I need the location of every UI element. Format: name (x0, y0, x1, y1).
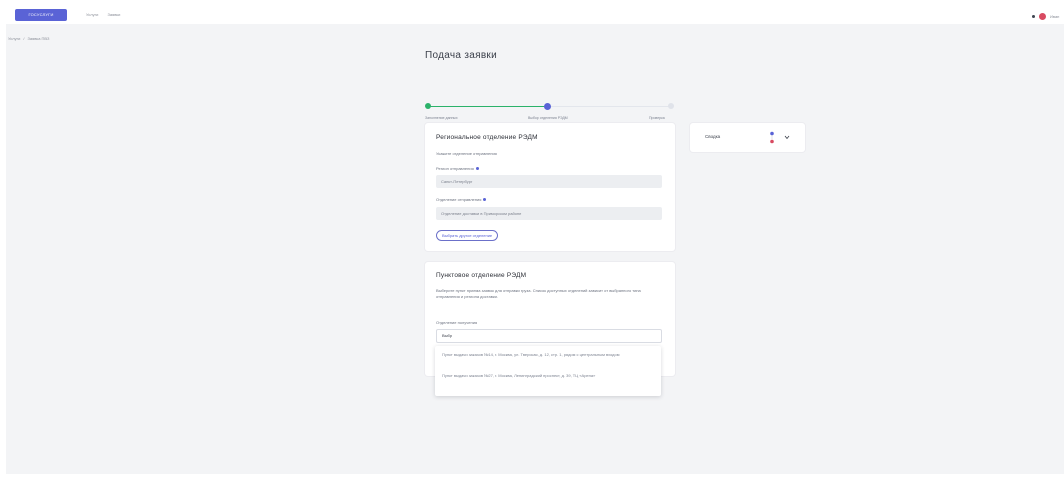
breadcrumb-item-services[interactable]: Услуги (8, 36, 20, 41)
step-1-label: Заполнение данных (425, 116, 458, 120)
dropdown-option[interactable]: Пункт выдачи заказов №27, г. Москва, Лен… (442, 373, 652, 379)
breadcrumb-separator: / (23, 36, 25, 41)
step-3-dot (668, 103, 674, 109)
step-2-dot (544, 103, 551, 110)
change-office-button[interactable]: Выбрать другое отделение (436, 230, 499, 241)
route-icon (770, 131, 774, 144)
destination-dropdown: Пункт выдачи заказов №14, г. Москва, ул.… (435, 346, 661, 396)
stepper-line-done (428, 106, 546, 107)
required-marker-icon (475, 167, 479, 171)
user-menu[interactable]: Иван (1032, 11, 1064, 21)
step-3-label: Проверка (649, 116, 665, 120)
breadcrumb-item-current: Заявка ПВЗ (27, 36, 50, 41)
origin-office-card: Региональное отделение РЭДМ Укажите отде… (425, 123, 675, 251)
notification-icon[interactable] (1032, 14, 1035, 18)
office-field[interactable]: Отделение доставки в Приморском районе (436, 207, 662, 220)
destination-select-label: Отделение получения (436, 320, 478, 325)
origin-card-subtitle: Укажите отделение отправления (436, 151, 497, 156)
nav-link-services[interactable]: Услуги (86, 12, 98, 17)
avatar[interactable] (1039, 12, 1046, 20)
app-logo[interactable]: ГОСУСЛУГИ (15, 9, 67, 21)
origin-card-title: Региональное отделение РЭДМ (436, 134, 538, 141)
top-bar: ГОСУСЛУГИ Услуги Заявки Иван (6, 0, 1064, 24)
chevron-down-icon[interactable] (784, 135, 790, 140)
office-label-text: Отделение отправления (436, 197, 482, 202)
step-1-dot (425, 103, 431, 109)
region-field[interactable]: Санкт-Петербург (436, 175, 662, 188)
summary-widget-label: Сводка (705, 134, 721, 139)
user-name[interactable]: Иван (1050, 14, 1059, 19)
nav-link-requests[interactable]: Заявки (107, 12, 120, 17)
destination-select-input[interactable]: Выбр (436, 329, 662, 343)
destination-card-description: Выберите пункт приема заявок для отправк… (436, 288, 641, 299)
summary-widget[interactable]: Сводка (690, 123, 805, 152)
breadcrumb: Услуги / Заявка ПВЗ (8, 36, 49, 41)
office-field-label: Отделение отправления (436, 197, 487, 202)
region-field-label: Регион отправления (436, 166, 479, 171)
step-2-label: Выбор отделения РЭДМ (528, 116, 568, 120)
dropdown-option[interactable]: Пункт выдачи заказов №14, г. Москва, ул.… (442, 352, 652, 358)
page-title: Подача заявки (425, 50, 497, 61)
required-marker-icon (483, 198, 487, 202)
destination-card-title: Пунктовое отделение РЭДМ (436, 272, 527, 279)
region-label-text: Регион отправления (436, 166, 474, 171)
top-nav: Услуги Заявки (86, 12, 128, 17)
stepper-line-todo (549, 106, 671, 107)
